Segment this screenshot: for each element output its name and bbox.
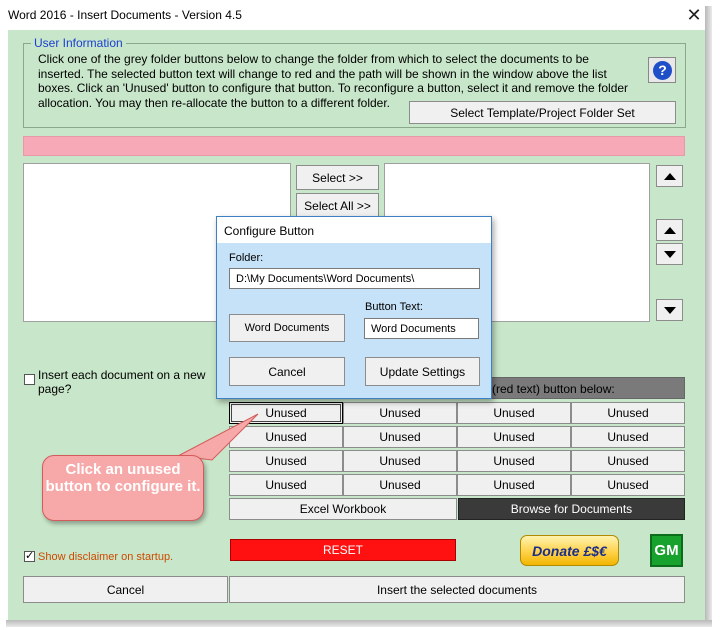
arrow-down-icon	[664, 251, 676, 258]
excel-workbook-button[interactable]: Excel Workbook	[229, 498, 457, 520]
select-all-button[interactable]: Select All >>	[296, 193, 379, 218]
arrow-up-icon	[664, 173, 676, 180]
move-bottom-button[interactable]	[656, 299, 683, 321]
folder-button-r2c4[interactable]: Unused	[571, 426, 685, 448]
update-settings-button[interactable]: Update Settings	[365, 357, 480, 386]
move-down-button[interactable]	[656, 243, 683, 265]
insert-each-checkbox[interactable]	[24, 374, 35, 385]
disclaimer-label: Show disclaimer on startup.	[38, 551, 174, 563]
window-shadow-bottom	[6, 620, 712, 627]
button-text-label: Button Text:	[365, 301, 423, 313]
donate-button[interactable]: Donate £$€	[520, 535, 619, 566]
folder-button-r1c2[interactable]: Unused	[343, 402, 457, 424]
folder-button-r1c3[interactable]: Unused	[457, 402, 571, 424]
dialog-title: Configure Button	[224, 224, 315, 238]
callout-bubble: Click an unused button to configure it.	[42, 455, 204, 521]
folder-button-r3c2[interactable]: Unused	[343, 450, 457, 472]
select-folder-set-button[interactable]: Select Template/Project Folder Set	[409, 101, 676, 124]
folder-grid-header-text: (red text) button below:	[492, 382, 615, 396]
dialog-body: Folder: D:\My Documents\Word Documents\ …	[217, 243, 491, 398]
folder-button-r4c1[interactable]: Unused	[229, 474, 343, 496]
insert-each-label: Insert each document on a new page?	[38, 368, 206, 396]
gm-logo-button[interactable]: GM	[650, 534, 683, 567]
folder-button-r2c2[interactable]: Unused	[343, 426, 457, 448]
folder-button-r1c4[interactable]: Unused	[571, 402, 685, 424]
select-button[interactable]: Select >>	[296, 165, 379, 190]
help-icon: ?	[653, 61, 672, 80]
folder-button-r4c3[interactable]: Unused	[457, 474, 571, 496]
folder-button-r2c3[interactable]: Unused	[457, 426, 571, 448]
button-preview[interactable]: Word Documents	[229, 314, 345, 342]
insert-documents-button[interactable]: Insert the selected documents	[229, 576, 685, 603]
window-title: Word 2016 - Insert Documents - Version 4…	[8, 8, 242, 22]
button-text-field[interactable]: Word Documents	[364, 318, 479, 339]
configure-button-dialog: Configure Button Folder: D:\My Documents…	[216, 216, 492, 399]
arrow-up-icon	[664, 227, 676, 234]
move-up-button[interactable]	[656, 219, 683, 241]
user-info-legend: User Information	[31, 36, 126, 50]
folder-button-r4c2[interactable]: Unused	[343, 474, 457, 496]
arrow-down-icon	[664, 307, 676, 314]
folder-button-r3c4[interactable]: Unused	[571, 450, 685, 472]
help-button[interactable]: ?	[648, 57, 676, 83]
move-top-button[interactable]	[656, 165, 683, 187]
window-shadow-right	[705, 6, 712, 626]
close-icon[interactable]: ✕	[683, 5, 705, 25]
dialog-titlebar: Configure Button	[217, 217, 491, 243]
cancel-button[interactable]: Cancel	[23, 576, 228, 603]
folder-path-field[interactable]: D:\My Documents\Word Documents\	[229, 268, 480, 289]
folder-button-r4c4[interactable]: Unused	[571, 474, 685, 496]
callout-pointer-shape	[176, 413, 259, 461]
folder-button-r3c3[interactable]: Unused	[457, 450, 571, 472]
disclaimer-checkbox[interactable]	[24, 549, 35, 562]
browse-documents-button[interactable]: Browse for Documents	[458, 498, 685, 520]
reset-button[interactable]: RESET	[230, 539, 456, 561]
folder-label: Folder:	[229, 252, 264, 264]
selected-path-display	[23, 136, 685, 156]
dialog-cancel-button[interactable]: Cancel	[229, 357, 345, 386]
